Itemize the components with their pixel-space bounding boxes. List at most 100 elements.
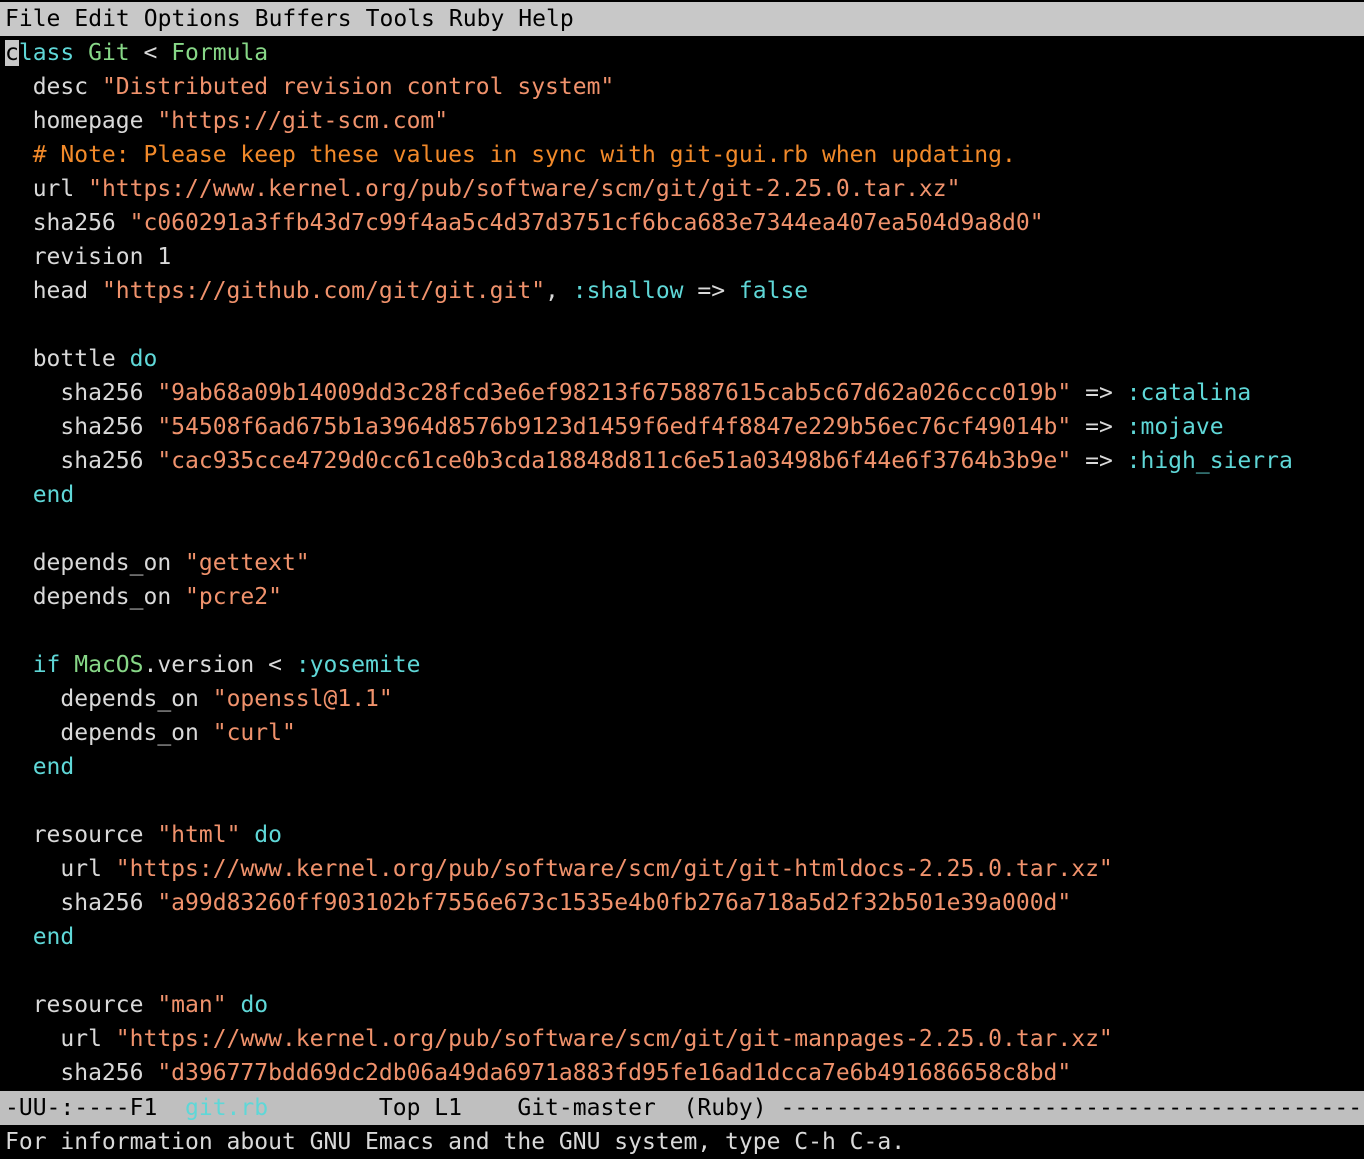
code-token: sha256 xyxy=(5,1060,158,1086)
code-token: :high_sierra xyxy=(1126,448,1293,474)
code-token: bottle xyxy=(5,346,130,372)
code-token: "9ab68a09b14009dd3c28fcd3e6ef98213f67588… xyxy=(157,380,1072,406)
code-token: do xyxy=(254,822,282,848)
code-line[interactable]: bottle do xyxy=(0,342,1364,376)
code-token: # Note: Please keep these values in sync… xyxy=(5,142,1016,168)
code-token: "https://git-scm.com" xyxy=(157,108,449,134)
code-token: => xyxy=(1071,448,1127,474)
code-token: => xyxy=(683,278,739,304)
mode-line-status: -UU-:----F1 xyxy=(5,1095,186,1121)
code-line[interactable]: sha256 "9ab68a09b14009dd3c28fcd3e6ef9821… xyxy=(0,376,1364,410)
menu-tools[interactable]: Tools xyxy=(366,2,435,36)
code-token: Formula xyxy=(171,40,269,66)
code-line[interactable]: class Git < Formula xyxy=(0,36,1364,70)
code-token: depends_on xyxy=(5,584,186,610)
code-line[interactable]: url "https://www.kernel.org/pub/software… xyxy=(0,172,1364,206)
code-line[interactable]: end xyxy=(0,920,1364,954)
code-line[interactable]: sha256 "a99d83260ff903102bf7556e673c1535… xyxy=(0,886,1364,920)
mode-line-buffer-name[interactable]: git.rb xyxy=(185,1095,268,1121)
code-line[interactable] xyxy=(0,614,1364,648)
code-line[interactable] xyxy=(0,308,1364,342)
code-token: depends_on xyxy=(5,686,213,712)
mode-line-dashes: ----------------------------------------… xyxy=(780,1095,1364,1121)
code-token: end xyxy=(32,482,75,508)
code-token: url xyxy=(5,176,89,202)
code-token: resource xyxy=(5,992,158,1018)
code-token: "openssl@1.1" xyxy=(212,686,393,712)
menu-help[interactable]: Help xyxy=(518,2,573,36)
code-token: do xyxy=(129,346,158,372)
code-token: "cac935cce4729d0cc61ce0b3cda18848d811c6e… xyxy=(157,448,1072,474)
code-token: sha256 xyxy=(5,890,158,916)
code-token: if xyxy=(32,652,75,678)
code-token: url xyxy=(5,856,116,882)
code-line[interactable] xyxy=(0,512,1364,546)
code-token: sha256 xyxy=(5,210,130,236)
code-line[interactable]: sha256 "d396777bdd69dc2db06a49da6971a883… xyxy=(0,1056,1364,1090)
code-token: "gettext" xyxy=(185,550,310,576)
code-token: "https://www.kernel.org/pub/software/scm… xyxy=(88,176,961,202)
code-token: end xyxy=(32,754,75,780)
code-token: "54508f6ad675b1a3964d8576b9123d1459f6edf… xyxy=(157,414,1072,440)
code-line[interactable]: sha256 "54508f6ad675b1a3964d8576b9123d14… xyxy=(0,410,1364,444)
code-token: "man" xyxy=(157,992,227,1018)
code-token: , xyxy=(545,278,573,304)
code-line[interactable]: sha256 "cac935cce4729d0cc61ce0b3cda18848… xyxy=(0,444,1364,478)
menu-file[interactable]: File xyxy=(5,2,60,36)
code-token: "pcre2" xyxy=(185,584,282,610)
code-line[interactable]: depends_on "pcre2" xyxy=(0,580,1364,614)
menu-options[interactable]: Options xyxy=(144,2,241,36)
code-line[interactable]: depends_on "curl" xyxy=(0,716,1364,750)
code-token: MacOS xyxy=(74,652,144,678)
code-line[interactable]: head "https://github.com/git/git.git", :… xyxy=(0,274,1364,308)
code-line[interactable]: end xyxy=(0,478,1364,512)
menu-bar: File Edit Options Buffers Tools Ruby Help xyxy=(0,2,1364,36)
code-line[interactable]: resource "man" do xyxy=(0,988,1364,1022)
code-line[interactable]: sha256 "c060291a3ffb43d7c99f4aa5c4d37d37… xyxy=(0,206,1364,240)
code-token: depends_on xyxy=(5,720,213,746)
code-token: Git xyxy=(88,40,130,66)
code-line[interactable]: resource "html" do xyxy=(0,818,1364,852)
menu-buffers[interactable]: Buffers xyxy=(255,2,352,36)
code-token: revision 1 xyxy=(5,244,172,270)
code-token: do xyxy=(240,992,269,1018)
menu-ruby[interactable]: Ruby xyxy=(449,2,504,36)
code-token: "https://github.com/git/git.git" xyxy=(101,278,546,304)
echo-area: For information about GNU Emacs and the … xyxy=(0,1125,1364,1159)
code-token: "c060291a3ffb43d7c99f4aa5c4d37d3751cf6bc… xyxy=(129,210,1044,236)
code-line[interactable] xyxy=(0,784,1364,818)
text-cursor: c xyxy=(5,40,19,66)
code-line[interactable]: if MacOS.version < :yosemite xyxy=(0,648,1364,682)
code-line[interactable]: end xyxy=(0,750,1364,784)
code-line[interactable]: # Note: Please keep these values in sync… xyxy=(0,138,1364,172)
code-line[interactable]: depends_on "gettext" xyxy=(0,546,1364,580)
code-token: lass xyxy=(18,40,89,66)
echo-area-message: For information about GNU Emacs and the … xyxy=(5,1129,906,1155)
code-line[interactable]: desc "Distributed revision control syste… xyxy=(0,70,1364,104)
code-token: => xyxy=(1071,414,1127,440)
mode-line-text: -UU-:----F1 git.rb Top L1 Git-master (Ru… xyxy=(0,1091,1364,1125)
code-token: "d396777bdd69dc2db06a49da6971a883fd95fe1… xyxy=(157,1060,1072,1086)
menu-edit[interactable]: Edit xyxy=(74,2,129,36)
code-token: false xyxy=(738,278,809,304)
code-token: resource xyxy=(5,822,158,848)
code-token: .version < xyxy=(143,652,296,678)
code-token: :mojave xyxy=(1126,414,1224,440)
code-line[interactable]: revision 1 xyxy=(0,240,1364,274)
code-line[interactable] xyxy=(0,954,1364,988)
code-line[interactable]: homepage "https://git-scm.com" xyxy=(0,104,1364,138)
code-token: => xyxy=(1071,380,1127,406)
code-token: :shallow xyxy=(572,278,684,304)
editor-buffer[interactable]: class Git < Formula desc "Distributed re… xyxy=(0,36,1364,1090)
code-line[interactable]: depends_on "openssl@1.1" xyxy=(0,682,1364,716)
mode-line: -UU-:----F1 git.rb Top L1 Git-master (Ru… xyxy=(0,1091,1364,1125)
code-line[interactable]: url "https://www.kernel.org/pub/software… xyxy=(0,852,1364,886)
code-token: sha256 xyxy=(5,414,158,440)
code-token: end xyxy=(32,924,75,950)
code-line[interactable]: url "https://www.kernel.org/pub/software… xyxy=(0,1022,1364,1056)
